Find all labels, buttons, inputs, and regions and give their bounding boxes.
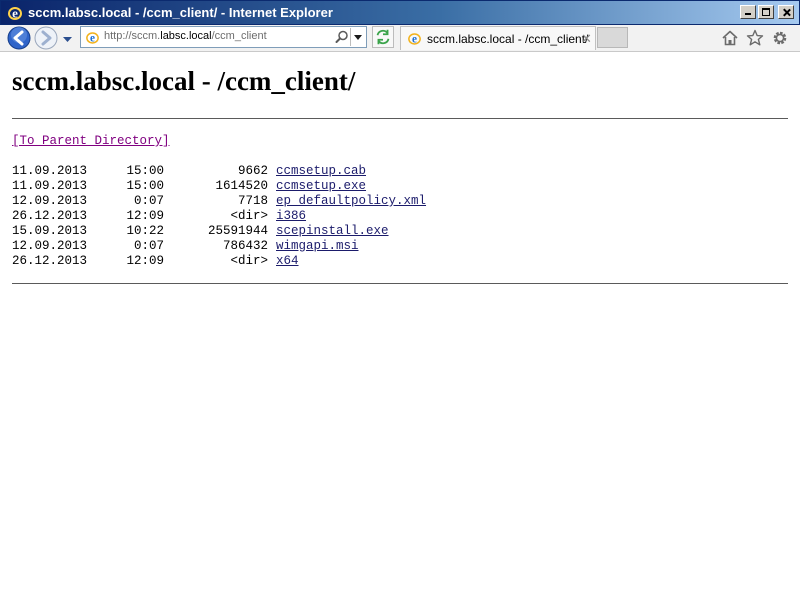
forward-button[interactable]	[34, 26, 58, 50]
entry-size: 7718	[237, 194, 268, 208]
search-icon[interactable]	[335, 30, 349, 44]
maximize-button[interactable]	[758, 5, 774, 19]
entry-size: <dir>	[230, 209, 268, 223]
svg-text:e: e	[90, 33, 95, 45]
entry-size: 1614520	[215, 179, 268, 193]
bottom-divider	[12, 283, 788, 284]
svg-text:e: e	[12, 6, 18, 21]
url-host: labsc.local	[160, 30, 212, 42]
parent-directory-link[interactable]: [To Parent Directory]	[12, 134, 170, 148]
entry-size: 786432	[222, 239, 268, 253]
new-tab-button[interactable]	[597, 27, 628, 48]
window-title-bar: e sccm.labsc.local - /ccm_client/ - Inte…	[0, 0, 800, 25]
internet-explorer-icon: e	[8, 6, 22, 21]
top-divider	[12, 118, 788, 119]
folder-link-x64[interactable]: x64	[276, 254, 299, 268]
file-link-ep-defaultpolicy-xml[interactable]: ep_defaultpolicy.xml	[276, 194, 426, 208]
home-icon[interactable]	[721, 29, 739, 47]
url-prefix: http://sccm.	[104, 30, 161, 42]
svg-text:e: e	[412, 34, 417, 46]
recent-pages-dropdown-icon[interactable]	[62, 34, 73, 44]
address-url[interactable]: http://sccm.labsc.local/ccm_client	[104, 30, 267, 42]
file-link-ccmsetup-exe[interactable]: ccmsetup.exe	[276, 179, 366, 193]
favorites-star-icon[interactable]	[746, 29, 764, 47]
entry-size: 25591944	[207, 224, 268, 238]
address-dropdown-icon[interactable]	[350, 28, 365, 46]
close-window-button[interactable]	[778, 5, 794, 19]
file-link-wimgapi-msi[interactable]: wimgapi.msi	[276, 239, 359, 253]
minimize-button[interactable]	[740, 5, 756, 19]
page-content: sccm.labsc.local - /ccm_client/ [To Pare…	[12, 52, 788, 284]
folder-link-i386[interactable]: i386	[276, 209, 306, 223]
entry-size: 9662	[237, 164, 268, 178]
file-link-ccmsetup-cab[interactable]: ccmsetup.cab	[276, 164, 366, 178]
page-icon: e	[86, 32, 99, 45]
tab-page-icon: e	[408, 33, 421, 46]
navigation-bar: e http://sccm.labsc.local/ccm_client e s…	[0, 25, 800, 52]
refresh-icon[interactable]	[372, 26, 394, 48]
tab-label: sccm.labsc.local - /ccm_client/	[427, 32, 589, 46]
tools-gear-icon[interactable]	[771, 29, 789, 47]
tab-close-icon[interactable]: ✕	[581, 32, 592, 45]
entry-size: <dir>	[230, 254, 268, 268]
address-bar[interactable]: e http://sccm.labsc.local/ccm_client	[80, 26, 367, 48]
window-title: sccm.labsc.local - /ccm_client/ - Intern…	[28, 5, 333, 20]
page-title: sccm.labsc.local - /ccm_client/	[12, 66, 356, 96]
back-button[interactable]	[7, 26, 31, 50]
tab-current[interactable]: e sccm.labsc.local - /ccm_client/ ✕	[400, 26, 596, 50]
url-path: /ccm_client	[211, 30, 267, 42]
file-link-scepinstall-exe[interactable]: scepinstall.exe	[276, 224, 389, 238]
